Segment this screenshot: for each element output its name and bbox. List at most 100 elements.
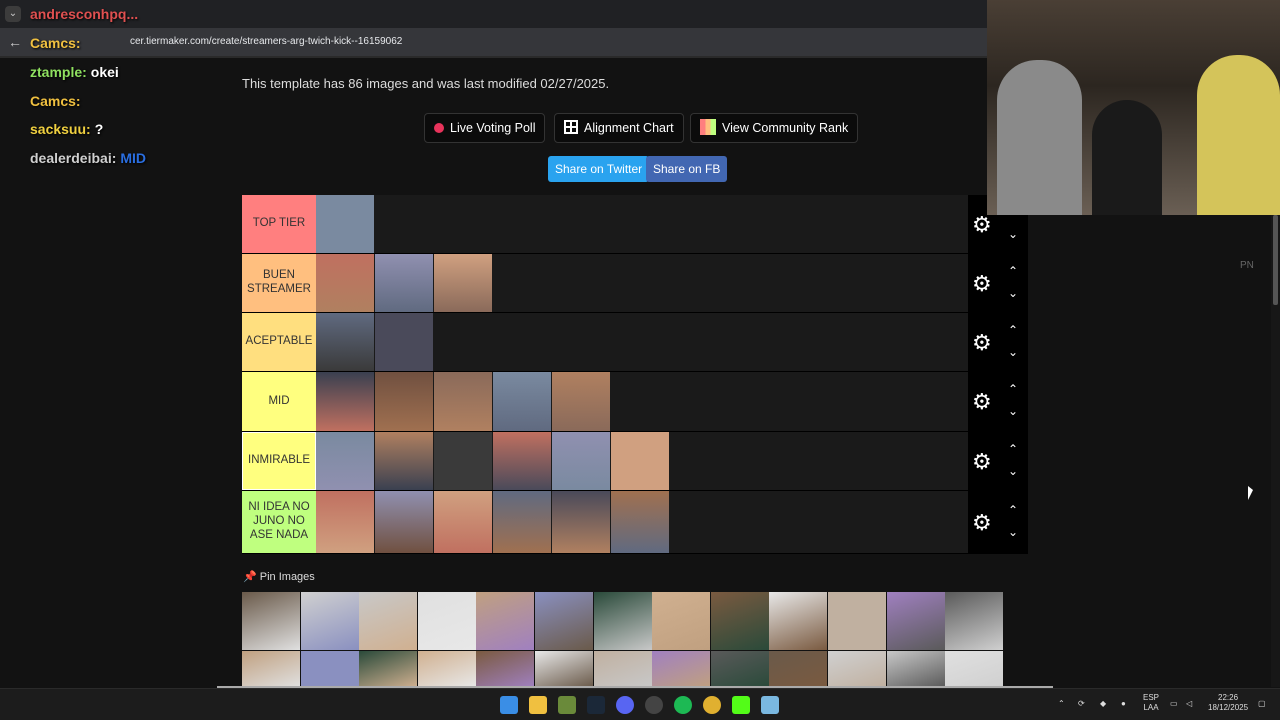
chat-username[interactable]: Camcs: <box>30 93 81 109</box>
pool-image[interactable] <box>535 592 593 650</box>
gear-icon[interactable]: ⚙ <box>972 213 994 236</box>
tier-image[interactable] <box>552 491 610 553</box>
pool-image[interactable] <box>769 592 828 650</box>
tier-image[interactable] <box>611 432 669 490</box>
pool-image[interactable] <box>593 651 652 687</box>
tab-dropdown-button[interactable]: ⌄ <box>5 6 21 22</box>
tier-image[interactable] <box>375 491 433 553</box>
chat-username[interactable]: andresconhpq... <box>30 6 138 22</box>
chrome-icon[interactable] <box>703 696 721 714</box>
chevron-down-icon[interactable]: ⌄ <box>1006 286 1020 300</box>
tier-image[interactable] <box>316 432 374 490</box>
chevron-up-icon[interactable]: ⌃ <box>1006 382 1020 396</box>
gear-icon[interactable]: ⚙ <box>972 272 994 295</box>
tier-label[interactable]: NI IDEA NO JUNO NO ASE NADA <box>242 491 316 553</box>
chevron-down-icon[interactable]: ⌄ <box>1006 525 1020 539</box>
pool-image[interactable] <box>945 592 1004 650</box>
pool-image[interactable] <box>535 651 593 687</box>
pool-image[interactable] <box>300 592 359 650</box>
chevron-up-icon[interactable]: ⌃ <box>1006 323 1020 337</box>
tier-image[interactable] <box>316 372 374 431</box>
tray-mic-icon[interactable]: ● <box>1121 699 1126 709</box>
pool-image[interactable] <box>242 651 300 687</box>
obs-icon[interactable] <box>645 696 663 714</box>
chevron-up-icon[interactable]: ⌃ <box>1006 264 1020 278</box>
pool-image[interactable] <box>476 592 535 650</box>
clock[interactable]: 22:26 18/12/2025 <box>1208 693 1248 713</box>
tier-image[interactable] <box>434 491 492 553</box>
pool-image[interactable] <box>828 592 886 650</box>
kick-icon[interactable] <box>732 696 750 714</box>
pool-image[interactable] <box>417 651 476 687</box>
pool-image[interactable] <box>300 651 359 687</box>
tier-image[interactable] <box>611 491 669 553</box>
tier-image[interactable] <box>493 432 551 490</box>
pool-image[interactable] <box>652 592 711 650</box>
notepad-icon[interactable] <box>761 696 779 714</box>
language-indicator[interactable]: ESP LAA <box>1143 693 1159 713</box>
discord-icon[interactable] <box>616 696 634 714</box>
gear-icon[interactable]: ⚙ <box>972 391 994 413</box>
tier-image[interactable] <box>316 313 374 371</box>
chevron-down-icon[interactable]: ⌄ <box>1006 345 1020 359</box>
pool-image[interactable] <box>828 651 886 687</box>
tier-label[interactable]: TOP TIER <box>242 195 316 253</box>
tier-label[interactable]: INMIRABLE <box>242 432 316 490</box>
chevron-up-icon[interactable]: ⌃ <box>1006 503 1020 517</box>
pool-image[interactable] <box>710 651 769 687</box>
scrollbar-thumb[interactable] <box>1273 215 1278 305</box>
tier-image[interactable] <box>434 432 492 490</box>
pool-image[interactable] <box>769 651 828 687</box>
vertical-scrollbar[interactable] <box>1271 215 1280 687</box>
pool-image[interactable] <box>417 592 476 650</box>
pool-image[interactable] <box>242 592 300 650</box>
tier-label[interactable]: MID <box>242 372 316 431</box>
pin-images-toggle[interactable]: 📌 Pin Images <box>243 570 315 583</box>
gear-icon[interactable]: ⚙ <box>972 511 994 534</box>
tier-label[interactable]: BUEN STREAMER <box>242 254 316 312</box>
tray-network-icon[interactable]: ▭ <box>1170 699 1178 709</box>
spotify-icon[interactable] <box>674 696 692 714</box>
community-rank-button[interactable]: View Community Rank <box>690 113 859 143</box>
tier-image[interactable] <box>552 432 610 490</box>
pool-image[interactable] <box>359 592 418 650</box>
tier-image[interactable] <box>434 372 492 431</box>
pool-image[interactable] <box>652 651 711 687</box>
url-text[interactable]: cer.tiermaker.com/create/streamers-arg-t… <box>130 36 402 47</box>
tier-image[interactable] <box>316 254 374 312</box>
tier-image[interactable] <box>434 254 492 312</box>
pool-image[interactable] <box>710 592 769 650</box>
back-arrow-icon[interactable]: ← <box>8 34 22 50</box>
share-fb-button[interactable]: Share on FB <box>646 156 728 182</box>
live-voting-poll-button[interactable]: Live Voting Poll <box>424 113 546 143</box>
chevron-down-icon[interactable]: ⌄ <box>1006 464 1020 478</box>
pool-image[interactable] <box>886 651 945 687</box>
tray-volume-icon[interactable]: ◁ <box>1186 699 1192 709</box>
alignment-chart-button[interactable]: Alignment Chart <box>554 113 684 143</box>
pool-image[interactable] <box>945 651 1004 687</box>
chevron-down-icon[interactable]: ⌄ <box>1006 227 1020 241</box>
share-twitter-button[interactable]: Share on Twitter <box>548 156 650 182</box>
steam-icon[interactable] <box>587 696 605 714</box>
tier-image[interactable] <box>493 372 551 431</box>
tier-image[interactable] <box>375 254 433 312</box>
tier-label[interactable]: ACEPTABLE <box>242 313 316 371</box>
chat-username[interactable]: dealerdeibai: <box>30 150 116 166</box>
tier-image[interactable] <box>316 491 374 553</box>
start-icon[interactable] <box>500 696 518 714</box>
tier-image[interactable] <box>375 372 433 431</box>
chevron-down-icon[interactable]: ⌄ <box>1006 404 1020 418</box>
chevron-up-icon[interactable]: ⌃ <box>1006 442 1020 456</box>
tray-sync-icon[interactable]: ⟳ <box>1078 699 1085 709</box>
pool-image[interactable] <box>593 592 652 650</box>
tray-shield-icon[interactable]: ◆ <box>1100 699 1106 709</box>
tier-image[interactable] <box>316 195 374 253</box>
file-explorer-icon[interactable] <box>529 696 547 714</box>
tier-image[interactable] <box>375 313 433 371</box>
pool-image[interactable] <box>359 651 418 687</box>
tier-image[interactable] <box>493 491 551 553</box>
tier-image[interactable] <box>375 432 433 490</box>
chat-username[interactable]: ztample: <box>30 64 87 80</box>
gear-icon[interactable]: ⚙ <box>972 450 994 473</box>
pool-image[interactable] <box>886 592 945 650</box>
